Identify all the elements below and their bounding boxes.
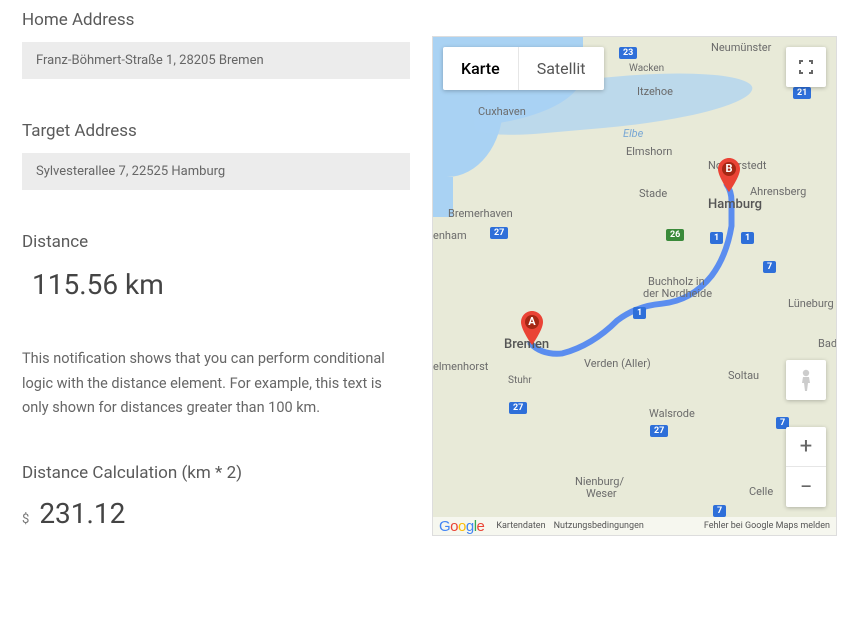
city-itzehoe: Itzehoe [637,85,673,98]
form-panel: Home Address Target Address Distance 115… [0,0,432,617]
road-27c: 27 [509,402,527,414]
city-celle: Celle [749,485,773,498]
road-7c: 7 [713,505,726,517]
marker-b[interactable]: B [718,158,740,192]
home-address-label: Home Address [22,10,410,30]
fullscreen-icon [797,58,815,76]
city-cuxhaven: Cuxhaven [478,105,526,118]
river-elbe: Elbe [623,127,643,140]
map-type-map-button[interactable]: Karte [443,47,519,90]
city-elmenhorst: elmenhorst [433,360,488,373]
city-bad: Bad [818,337,837,350]
city-wacken: Wacken [629,63,664,74]
distance-label: Distance [22,232,410,252]
road-1b: 1 [741,232,754,244]
zoom-in-button[interactable]: + [786,427,826,467]
calculation-currency: $ [22,512,29,527]
city-enham: enham [433,229,467,242]
road-26: 26 [666,229,684,241]
google-logo: Google [433,518,488,535]
road-7a: 7 [763,261,776,273]
city-hamburg: Hamburg [708,197,762,212]
city-soltau: Soltau [728,369,759,382]
distance-value: 115.56 km [22,268,410,301]
road-27b: 27 [650,425,668,437]
city-luneburg: Lüneburg [788,297,834,310]
road-1a: 1 [710,232,723,244]
road-1c: 1 [633,307,646,319]
attribution-kartendaten-link[interactable]: Kartendaten [496,521,545,531]
city-stuhr: Stuhr [508,375,532,386]
pegman-streetview-button[interactable] [786,360,826,400]
map-container[interactable]: Neumünster Wacken Itzehoe Cuxhaven Elbe … [432,36,837,536]
calculation-label: Distance Calculation (km * 2) [22,463,410,483]
city-nordheide: der Nordheide [643,287,712,300]
city-weser: Weser [586,487,617,500]
road-21: 21 [793,87,811,99]
city-verden: Verden (Aller) [584,357,651,370]
zoom-out-button[interactable]: − [786,467,826,507]
road-27a: 27 [490,227,508,239]
road-23: 23 [619,47,637,59]
city-bremerhaven: Bremerhaven [448,207,513,220]
attribution-terms-link[interactable]: Nutzungsbedingungen [554,521,644,531]
conditional-notification: This notification shows that you can per… [22,347,410,421]
fullscreen-button[interactable] [786,47,826,87]
map-type-satellite-button[interactable]: Satellit [519,47,604,90]
city-walsrode: Walsrode [649,407,695,420]
city-stade: Stade [639,187,667,200]
target-address-input[interactable] [22,153,410,190]
calculation-value: 231.12 [39,497,125,530]
city-neumunster: Neumünster [711,41,771,54]
home-address-input[interactable] [22,42,410,79]
target-address-label: Target Address [22,121,410,141]
zoom-controls: + − [786,427,826,507]
map-type-toggle: Karte Satellit [443,47,604,90]
pegman-icon [796,368,816,392]
marker-a[interactable]: A [521,311,543,345]
map-background[interactable]: Neumünster Wacken Itzehoe Cuxhaven Elbe … [433,37,836,535]
city-elmshorn: Elmshorn [626,145,672,158]
attribution-report-link[interactable]: Fehler bei Google Maps melden [704,521,830,531]
map-attribution-bar: Google Kartendaten Nutzungsbedingungen F… [433,517,836,535]
